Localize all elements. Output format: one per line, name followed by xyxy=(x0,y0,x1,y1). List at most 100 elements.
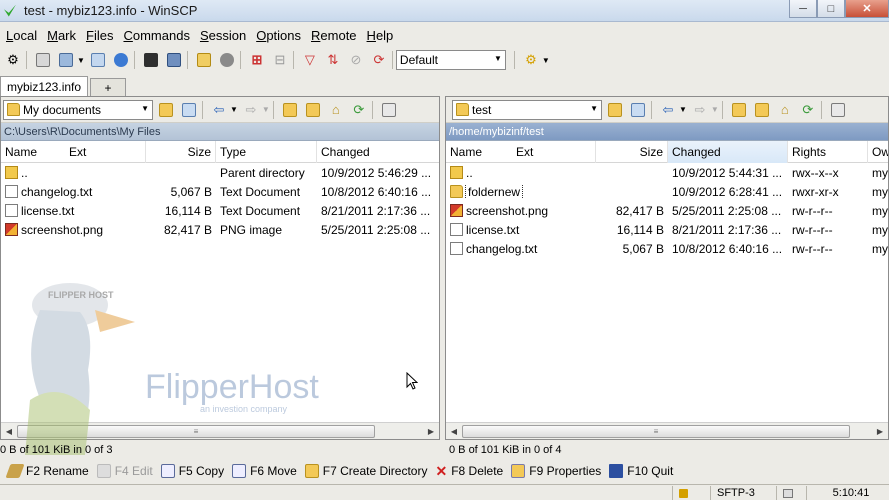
column-changed[interactable]: Changed xyxy=(317,141,439,163)
edit-button[interactable]: F4 Edit xyxy=(96,464,153,478)
forward-arrow-icon[interactable]: ⇨ xyxy=(690,100,710,120)
column-changed[interactable]: Changed xyxy=(668,140,788,163)
menu-mark[interactable]: Mark xyxy=(41,28,80,43)
list-item[interactable]: changelog.txt 5,067 B 10/8/2012 6:40:16 … xyxy=(446,239,888,258)
filter-icon[interactable] xyxy=(179,100,199,120)
synchronize-browsing-icon[interactable] xyxy=(56,50,76,70)
root-directory-icon[interactable] xyxy=(752,100,772,120)
list-item[interactable]: .. 10/9/2012 5:44:31 ... rwx--x--x my xyxy=(446,163,888,182)
column-name[interactable]: Name Ext xyxy=(446,140,596,163)
home-icon[interactable]: ⌂ xyxy=(326,100,346,120)
remote-horizontal-scrollbar[interactable]: ◀ ≡ ▶ xyxy=(446,422,888,439)
list-item[interactable]: license.txt 16,114 B Text Document 8/21/… xyxy=(1,201,439,220)
scroll-right-icon[interactable]: ▶ xyxy=(423,424,439,439)
column-type[interactable]: Type xyxy=(216,140,317,163)
column-owner[interactable]: Ow xyxy=(868,141,888,163)
text-file-icon xyxy=(5,203,18,217)
function-keys-bar: F2 Rename F4 Edit F5 Copy F6 Move F7 Cre… xyxy=(0,460,889,482)
scroll-left-icon[interactable]: ◀ xyxy=(1,424,17,439)
close-button[interactable]: ✕ xyxy=(845,0,889,18)
menu-remote[interactable]: Remote xyxy=(305,28,361,43)
protocol-indicator: SFTP-3 xyxy=(710,486,776,500)
chevron-down-icon[interactable]: ▼ xyxy=(262,105,270,114)
home-icon[interactable]: ⌂ xyxy=(775,100,795,120)
title-bar: test - mybiz123.info - WinSCP ─ □ ✕ xyxy=(0,0,889,22)
local-path-bar[interactable]: C:\Users\R\Documents\My Files xyxy=(1,123,439,141)
menu-files[interactable]: Files xyxy=(80,28,117,43)
disabled-filter-icon[interactable]: ⊘ xyxy=(346,50,366,70)
open-directory-icon[interactable] xyxy=(605,100,625,120)
rename-button[interactable]: F2 Rename xyxy=(5,464,89,478)
filter-icon[interactable] xyxy=(628,100,648,120)
lock-icon xyxy=(672,486,710,500)
local-location-select[interactable]: My documents ▼ xyxy=(3,99,153,120)
menu-options[interactable]: Options xyxy=(250,28,305,43)
filter-icon[interactable]: ▽ xyxy=(300,50,320,70)
tree-view-icon[interactable] xyxy=(379,100,399,120)
find-files-icon[interactable] xyxy=(217,50,237,70)
chevron-down-icon[interactable]: ▼ xyxy=(711,105,719,114)
column-rights[interactable]: Rights xyxy=(788,140,868,163)
properties-button[interactable]: F9 Properties xyxy=(511,464,601,478)
menu-help[interactable]: Help xyxy=(361,28,398,43)
column-name[interactable]: Name Ext xyxy=(1,140,146,163)
putty-icon[interactable] xyxy=(164,50,184,70)
delete-button[interactable]: ✕ F8 Delete xyxy=(435,463,503,480)
quit-button[interactable]: F10 Quit xyxy=(609,464,673,478)
select-files-icon[interactable]: ⊞ xyxy=(247,50,267,70)
chevron-down-icon[interactable]: ▼ xyxy=(230,105,238,114)
tab-session[interactable]: mybiz123.info xyxy=(0,76,89,96)
refresh-icon[interactable]: ⟳ xyxy=(349,100,369,120)
chevron-down-icon[interactable]: ▼ xyxy=(542,56,550,65)
column-size[interactable]: Size xyxy=(596,140,668,163)
local-horizontal-scrollbar[interactable]: ◀ ≡ ▶ xyxy=(1,422,439,439)
list-item[interactable]: license.txt 16,114 B 8/21/2011 2:17:36 .… xyxy=(446,220,888,239)
local-file-list: .. Parent directory 10/9/2012 5:46:29 ..… xyxy=(1,163,439,239)
parent-directory-icon[interactable] xyxy=(729,100,749,120)
list-item[interactable]: screenshot.png 82,417 B PNG image 5/25/2… xyxy=(1,220,439,239)
console-icon[interactable] xyxy=(141,50,161,70)
remote-path-bar[interactable]: /home/mybizinf/test xyxy=(446,123,888,141)
scrollbar-thumb[interactable]: ≡ xyxy=(17,424,375,438)
list-item[interactable]: screenshot.png 82,417 B 5/25/2011 2:25:0… xyxy=(446,201,888,220)
minimize-button[interactable]: ─ xyxy=(789,0,817,18)
list-item[interactable]: .. Parent directory 10/9/2012 5:46:29 ..… xyxy=(1,163,439,182)
back-arrow-icon[interactable]: ⇦ xyxy=(658,100,678,120)
open-directory-icon[interactable] xyxy=(156,100,176,120)
create-directory-button[interactable]: F7 Create Directory xyxy=(304,464,427,478)
parent-directory-icon[interactable] xyxy=(280,100,300,120)
refresh-icon[interactable]: ⟳ xyxy=(798,100,818,120)
keep-up-to-date-icon[interactable] xyxy=(88,50,108,70)
scroll-right-icon[interactable]: ▶ xyxy=(872,424,888,439)
scrollbar-thumb[interactable]: ≡ xyxy=(462,424,850,438)
menu-session[interactable]: Session xyxy=(194,28,250,43)
list-item[interactable]: foldernew 10/9/2012 6:28:41 ... rwxr-xr-… xyxy=(446,182,888,201)
column-size[interactable]: Size xyxy=(146,140,216,163)
menu-local[interactable]: Local xyxy=(0,28,41,43)
tree-view-icon[interactable] xyxy=(828,100,848,120)
preferences-gear-icon[interactable]: ⚙ xyxy=(3,50,23,70)
synchronize-icon[interactable] xyxy=(111,50,131,70)
transfer-settings-select[interactable]: Default ▼ xyxy=(395,50,506,70)
scroll-left-icon[interactable]: ◀ xyxy=(446,424,462,439)
unselect-files-icon[interactable]: ⊟ xyxy=(270,50,290,70)
copy-button[interactable]: F5 Copy xyxy=(160,464,224,478)
sort-icon[interactable]: ⇅ xyxy=(323,50,343,70)
new-tab-button[interactable]: + xyxy=(90,78,127,96)
menu-commands[interactable]: Commands xyxy=(117,28,193,43)
list-item[interactable]: changelog.txt 5,067 B Text Document 10/8… xyxy=(1,182,439,201)
remote-location-select[interactable]: test ▼ xyxy=(452,99,602,120)
maximize-button[interactable]: □ xyxy=(817,0,845,18)
forward-arrow-icon[interactable]: ⇨ xyxy=(241,100,261,120)
transfer-settings-icon[interactable]: ⚙ xyxy=(521,50,541,70)
delete-x-icon: ✕ xyxy=(435,462,448,479)
queue-icon[interactable] xyxy=(194,50,214,70)
chevron-down-icon[interactable]: ▼ xyxy=(679,105,687,114)
back-arrow-icon[interactable]: ⇦ xyxy=(209,100,229,120)
refresh-icon[interactable]: ⟳ xyxy=(369,50,389,70)
remote-panel: test ▼ ⇦ ▼ ⇨ ▼ ⌂ ⟳ /home/mybizinf/test N… xyxy=(445,96,889,440)
root-directory-icon[interactable] xyxy=(303,100,323,120)
compare-directories-icon[interactable] xyxy=(33,50,53,70)
chevron-down-icon[interactable]: ▼ xyxy=(77,56,85,65)
move-button[interactable]: F6 Move xyxy=(232,464,297,478)
